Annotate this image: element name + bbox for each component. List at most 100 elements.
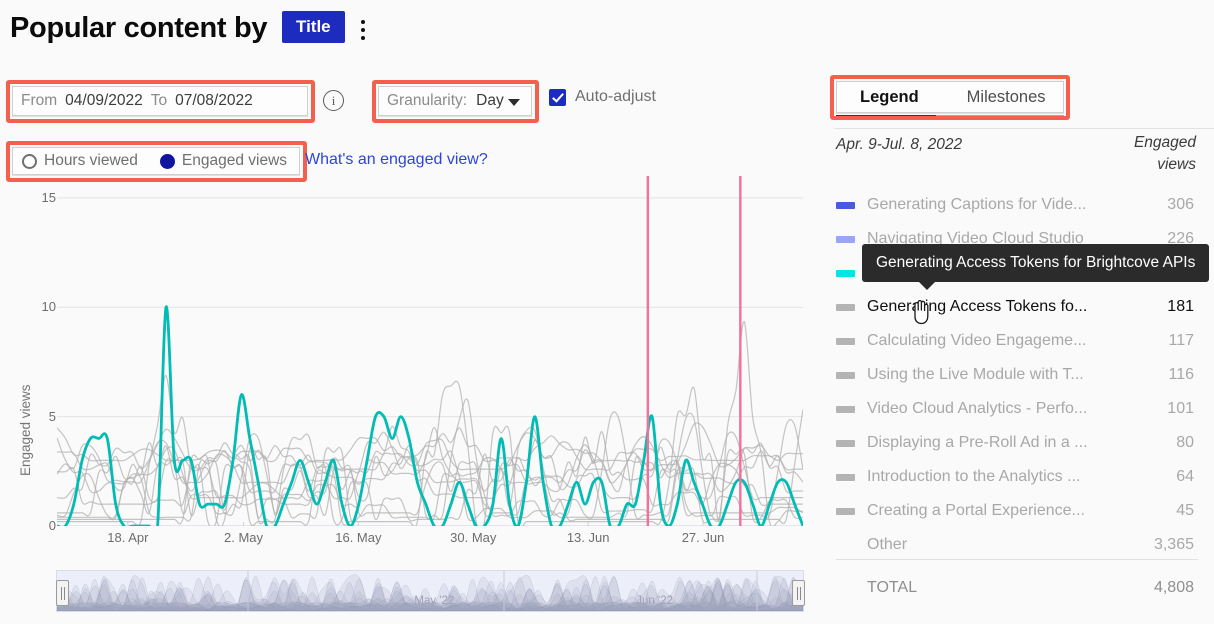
info-circle-icon[interactable]: i <box>323 90 344 111</box>
granularity-label: Granularity: <box>387 92 467 110</box>
date-from-value[interactable]: 04/09/2022 <box>65 92 143 110</box>
radio-selected-icon <box>160 154 175 169</box>
date-to-value[interactable]: 07/08/2022 <box>175 92 253 110</box>
auto-adjust-label: Auto-adjust <box>575 88 656 106</box>
legend-row[interactable]: Introduction to the Analytics ... 64 <box>836 460 1198 494</box>
navigator-month-label: May '22 <box>414 595 454 607</box>
y-axis-tick: 15 <box>22 190 56 205</box>
y-axis-ticks: 0 5 10 15 <box>8 176 56 556</box>
legend-item-value: 181 <box>1104 298 1194 316</box>
legend-item-value: 117 <box>1104 332 1194 350</box>
legend-color-swatch <box>836 236 855 243</box>
metric-option-hours-viewed-label: Hours viewed <box>44 152 138 170</box>
page-header: Popular content by Title <box>0 0 820 62</box>
legend-item-value: 116 <box>1104 366 1194 384</box>
auto-adjust-checkbox[interactable] <box>549 89 566 106</box>
tab-legend[interactable]: Legend <box>860 88 919 107</box>
chart-plot[interactable] <box>57 176 803 526</box>
page-title: Popular content by <box>10 12 267 45</box>
dimension-title-button[interactable]: Title <box>282 11 345 43</box>
legend-panel: Legend Milestones Apr. 9-Jul. 8, 2022 En… <box>820 0 1214 624</box>
legend-color-swatch <box>836 372 855 379</box>
date-to-label: To <box>151 92 167 110</box>
legend-row[interactable]: Video Cloud Analytics - Perfo... 101 <box>836 392 1198 426</box>
legend-item-value: 101 <box>1104 400 1194 418</box>
legend-row[interactable]: Displaying a Pre-Roll Ad in a ... 80 <box>836 426 1198 460</box>
legend-row[interactable]: Generating Access Tokens fo... 181 <box>836 290 1198 324</box>
legend-total-row: TOTAL 4,808 <box>836 574 1198 602</box>
legend-item-label: Calculating Video Engageme... <box>867 332 1086 350</box>
chart-area: Engaged views 051015 18. Apr2. May16. Ma… <box>0 176 820 556</box>
legend-row[interactable]: Other 3,365 <box>836 528 1198 562</box>
navigator-right-handle[interactable] <box>792 580 805 606</box>
legend-total-value: 4,808 <box>1154 579 1194 597</box>
legend-item-label: Using the Live Module with T... <box>867 366 1084 384</box>
legend-color-swatch <box>836 440 855 447</box>
legend-column-header-line2: views <box>1076 154 1196 176</box>
x-axis-tick: 16. May <box>335 530 381 545</box>
legend-row[interactable]: Using the Live Module with T... 116 <box>836 358 1198 392</box>
tab-milestones[interactable]: Milestones <box>967 88 1046 107</box>
navigator-track[interactable]: May '22Jun '22Jul '22 <box>56 570 804 612</box>
legend-item-value: 64 <box>1104 468 1194 486</box>
chart-navigator[interactable]: May '22Jun '22Jul '22 <box>42 566 817 614</box>
tab-active-underline <box>836 115 936 120</box>
chevron-down-icon[interactable] <box>508 99 520 106</box>
legend-color-swatch <box>836 270 855 277</box>
y-axis-tick: 10 <box>22 299 56 314</box>
legend-item-value: 306 <box>1104 196 1194 214</box>
legend-item-label: Creating a Portal Experience... <box>867 502 1085 520</box>
legend-item-value: 80 <box>1104 434 1194 452</box>
legend-panel-tabs[interactable]: Legend Milestones <box>836 81 1064 113</box>
legend-item-label: Introduction to the Analytics ... <box>867 468 1080 486</box>
x-axis-tick: 2. May <box>224 530 263 545</box>
legend-row[interactable]: Creating a Portal Experience... 45 <box>836 494 1198 528</box>
legend-item-label: Displaying a Pre-Roll Ad in a ... <box>867 434 1088 452</box>
granularity-select[interactable]: Granularity: Day <box>378 86 532 116</box>
metric-option-hours-viewed[interactable]: Hours viewed <box>22 152 138 170</box>
legend-date-range-label: Apr. 9-Jul. 8, 2022 <box>836 136 962 154</box>
auto-adjust-control[interactable]: Auto-adjust <box>549 88 656 106</box>
legend-total-label: TOTAL <box>867 579 917 597</box>
x-axis-tick: 27. Jun <box>682 530 725 545</box>
x-axis-ticks: 18. Apr 2. May 16. May 30. May 13. Jun 27. Ju… <box>57 530 803 554</box>
legend-color-swatch <box>836 202 855 209</box>
x-axis-tick: 30. May <box>450 530 496 545</box>
navigator-left-handle[interactable] <box>56 580 69 606</box>
legend-row[interactable]: Generating Captions for Vide... 306 <box>836 188 1198 222</box>
legend-item-label: Video Cloud Analytics - Perfo... <box>867 400 1087 418</box>
legend-item-label: Other <box>867 536 907 554</box>
kebab-menu-icon[interactable] <box>355 18 371 42</box>
metric-toggle-group[interactable]: Hours viewed Engaged views <box>12 147 300 175</box>
legend-color-swatch <box>836 474 855 481</box>
radio-unselected-icon <box>22 154 37 169</box>
legend-column-header: Engaged views <box>1076 132 1196 176</box>
legend-total-divider <box>836 559 1198 560</box>
legend-item-label: Generating Captions for Vide... <box>867 196 1086 214</box>
granularity-value: Day <box>476 92 504 110</box>
date-from-label: From <box>21 92 57 110</box>
tab-inactive-underline <box>936 115 1064 120</box>
date-range-field[interactable]: From 04/09/2022 To 07/08/2022 <box>12 86 308 116</box>
legend-item-value: 3,365 <box>1104 536 1194 554</box>
chart-svg <box>57 176 803 526</box>
legend-item-value: 45 <box>1104 502 1194 520</box>
series-tooltip: Generating Access Tokens for Brightcove … <box>862 244 1209 282</box>
x-axis-tick: 18. Apr <box>107 530 148 545</box>
navigator-month-label: Jun '22 <box>636 595 673 607</box>
engaged-view-help-link[interactable]: What's an engaged view? <box>305 151 488 169</box>
y-axis-tick: 5 <box>22 409 56 424</box>
legend-item-label: Generating Access Tokens fo... <box>867 298 1087 316</box>
panel-divider <box>834 128 1214 129</box>
analytics-page: Popular content by Title From 04/09/2022… <box>0 0 1214 624</box>
legend-color-swatch <box>836 508 855 515</box>
x-axis-tick: 13. Jun <box>567 530 610 545</box>
legend-column-header-line1: Engaged <box>1076 132 1196 154</box>
legend-color-swatch <box>836 304 855 311</box>
metric-option-engaged-views-label: Engaged views <box>182 152 287 170</box>
metric-option-engaged-views[interactable]: Engaged views <box>160 152 287 170</box>
legend-row[interactable]: Calculating Video Engageme... 117 <box>836 324 1198 358</box>
y-axis-tick: 0 <box>22 518 56 533</box>
legend-color-swatch <box>836 406 855 413</box>
legend-color-swatch <box>836 338 855 345</box>
